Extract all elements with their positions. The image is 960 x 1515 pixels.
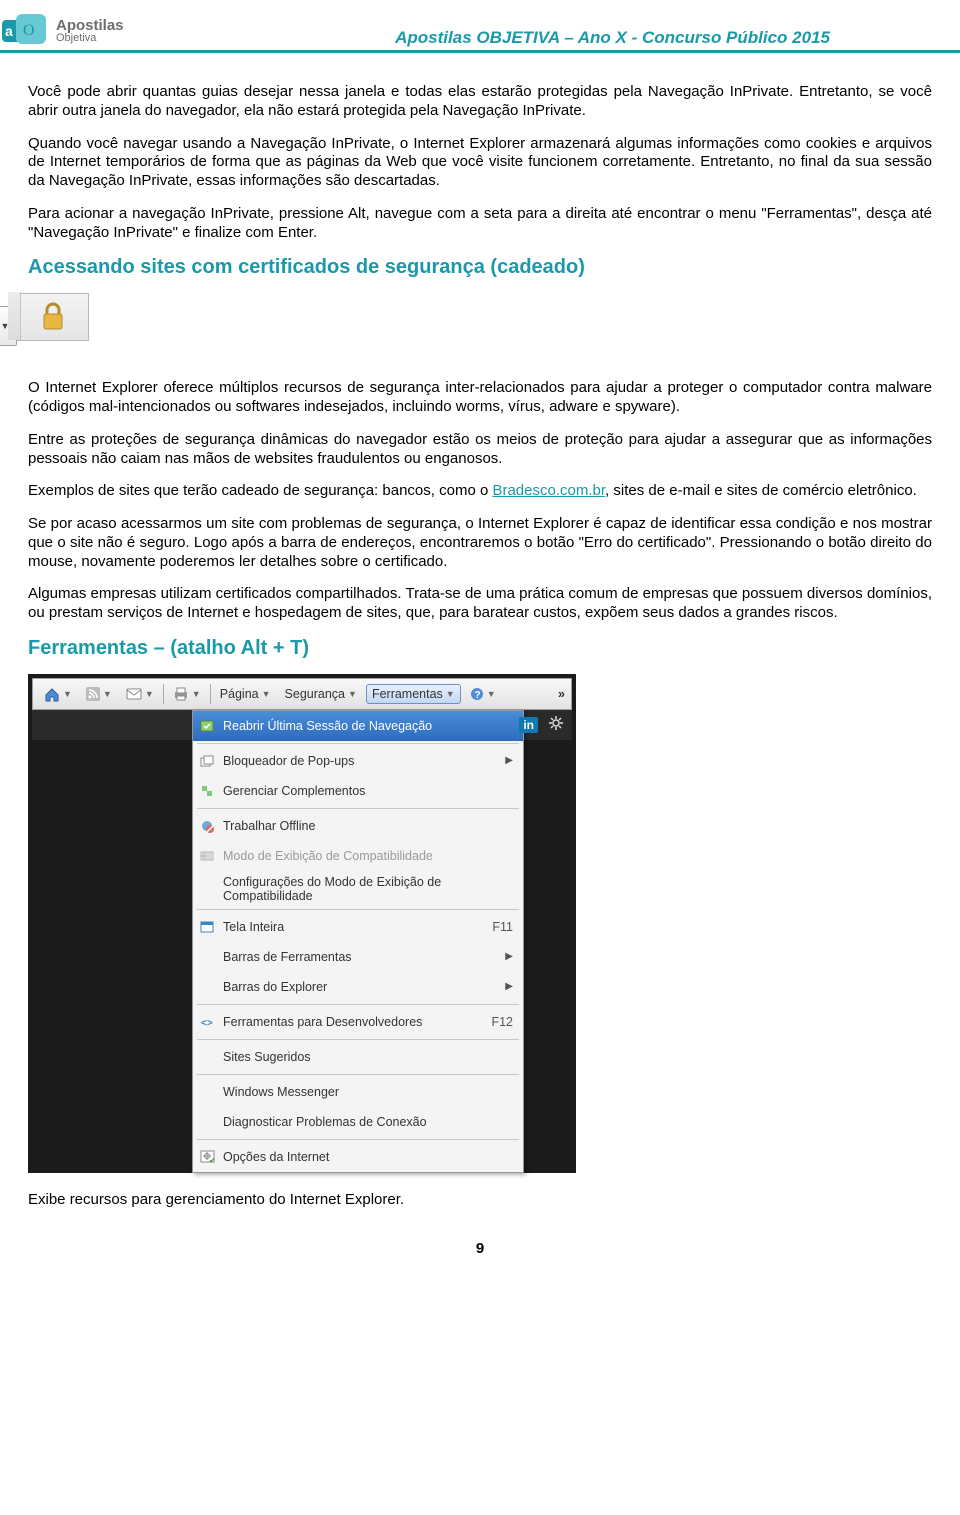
menu-item-suggested-sites[interactable]: Sites Sugeridos — [193, 1042, 523, 1072]
paragraph: Se por acaso acessarmos um site com prob… — [28, 515, 932, 571]
submenu-arrow-icon: ▶ — [505, 755, 513, 766]
menu-item-compat-settings[interactable]: Configurações do Modo de Exibição de Com… — [193, 871, 523, 907]
home-button[interactable]: ▼ — [39, 684, 77, 704]
home-icon — [44, 686, 60, 702]
options-icon: ✔ — [199, 1149, 215, 1165]
page-number: 9 — [28, 1240, 932, 1257]
print-icon — [173, 687, 189, 701]
page-header: aO Apostilas Objetiva Apostilas OBJETIVA… — [0, 0, 960, 53]
help-icon: ? — [470, 687, 484, 701]
brand-line2: Objetiva — [56, 33, 124, 44]
fullscreen-icon — [199, 919, 215, 935]
header-title: Apostilas OBJETIVA – Ano X - Concurso Pú… — [395, 28, 960, 48]
paragraph: Exemplos de sites que terão cadeado de s… — [28, 482, 932, 501]
paragraph: Você pode abrir quantas guias desejar ne… — [28, 83, 932, 121]
menu-item-internet-options[interactable]: ✔ Opções da Internet — [193, 1142, 523, 1172]
overflow-chevron-icon[interactable]: » — [558, 687, 565, 701]
paragraph: O Internet Explorer oferece múltiplos re… — [28, 379, 932, 417]
menu-item-reopen-session[interactable]: Reabrir Última Sessão de Navegação — [193, 711, 523, 741]
menu-item-devtools[interactable]: <> Ferramentas para Desenvolvedores F12 — [193, 1007, 523, 1037]
mail-icon — [126, 688, 142, 700]
tools-menu-button[interactable]: Ferramentas ▼ — [366, 684, 461, 704]
menu-item-diagnose[interactable]: Diagnosticar Problemas de Conexão — [193, 1107, 523, 1137]
menu-item-popup-blocker[interactable]: Bloqueador de Pop-ups ▶ — [193, 746, 523, 776]
page-menu-button[interactable]: Página ▼ — [215, 685, 276, 703]
popup-icon — [199, 753, 215, 769]
svg-text:O: O — [23, 22, 35, 39]
padlock-indicator — [17, 293, 89, 341]
brand-logo: aO Apostilas Objetiva — [0, 14, 124, 48]
svg-text:✔: ✔ — [209, 1156, 215, 1163]
menu-item-explorer-bars[interactable]: Barras do Explorer ▶ — [193, 972, 523, 1002]
menu-item-manage-addons[interactable]: Gerenciar Complementos — [193, 776, 523, 806]
offline-icon — [199, 818, 215, 834]
svg-text:a: a — [5, 23, 13, 39]
brand-line1: Apostilas — [56, 18, 124, 33]
tools-dropdown-menu: Reabrir Última Sessão de Navegação Bloqu… — [192, 710, 524, 1173]
menu-item-fullscreen[interactable]: Tela Inteira F11 — [193, 912, 523, 942]
menu-item-compat-view: Modo de Exibição de Compatibilidade — [193, 841, 523, 871]
reopen-icon — [199, 718, 215, 734]
submenu-arrow-icon: ▶ — [505, 951, 513, 962]
paragraph: Algumas empresas utilizam certificados c… — [28, 585, 932, 623]
ie-command-bar: ▼ ▼ ▼ ▼ Página ▼ Segurança ▼ Ferramentas… — [32, 678, 572, 710]
feeds-button[interactable]: ▼ — [81, 685, 117, 703]
menu-item-work-offline[interactable]: Trabalhar Offline — [193, 811, 523, 841]
print-button[interactable]: ▼ — [168, 685, 206, 703]
submenu-arrow-icon: ▶ — [505, 981, 513, 992]
logo-mark-icon: aO — [2, 14, 50, 48]
section-heading: Acessando sites com certificados de segu… — [28, 256, 932, 279]
paragraph: Quando você navegar usando a Navegação I… — [28, 135, 932, 191]
bradesco-link[interactable]: Bradesco.com.br — [492, 482, 605, 499]
svg-text:?: ? — [474, 690, 480, 701]
linkedin-badge[interactable]: in — [519, 717, 538, 733]
security-menu-button[interactable]: Segurança ▼ — [280, 685, 362, 703]
rss-icon — [86, 687, 100, 701]
svg-text:<>: <> — [201, 1018, 213, 1029]
padlock-icon — [39, 302, 67, 332]
devtools-icon: <> — [199, 1014, 215, 1030]
paragraph: Entre as proteções de segurança dinâmica… — [28, 431, 932, 469]
menu-item-messenger[interactable]: Windows Messenger — [193, 1077, 523, 1107]
section-heading: Ferramentas – (atalho Alt + T) — [28, 637, 932, 660]
mail-button[interactable]: ▼ — [121, 686, 159, 702]
compat-icon — [199, 848, 215, 864]
menu-item-toolbars[interactable]: Barras de Ferramentas ▶ — [193, 942, 523, 972]
ie-menu-screenshot: ▼ ▼ ▼ ▼ Página ▼ Segurança ▼ Ferramentas… — [28, 674, 576, 1173]
help-button[interactable]: ?▼ — [465, 685, 501, 703]
addons-icon — [199, 783, 215, 799]
paragraph: Para acionar a navegação InPrivate, pres… — [28, 205, 932, 243]
paragraph: Exibe recursos para gerenciamento do Int… — [28, 1191, 932, 1210]
gear-icon[interactable] — [548, 715, 564, 734]
